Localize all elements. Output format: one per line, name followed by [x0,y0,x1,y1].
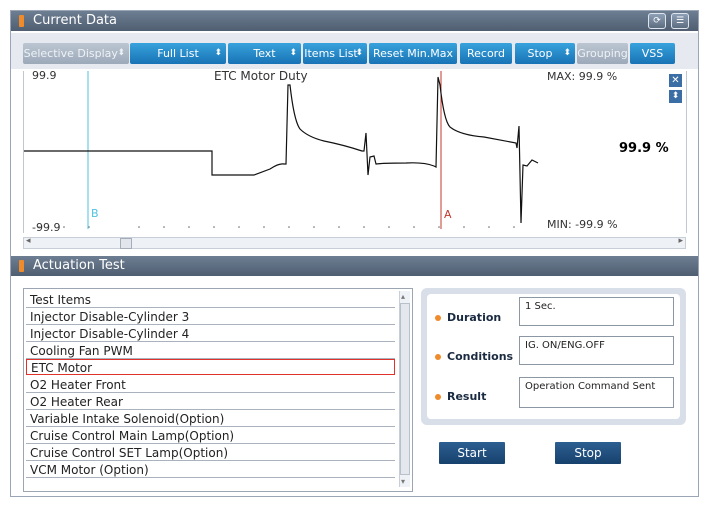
selective-display-button[interactable]: Selective Display ⬍ [23,43,129,64]
orange-marker-icon [19,15,24,27]
signal-trace [24,76,539,224]
etc-motor-duty-graph[interactable]: 99.9 -99.9 ETC Motor Duty B A [23,69,547,234]
bullet-icon [435,354,441,360]
grouping-button[interactable]: Grouping [577,43,628,64]
dropdown-arrow-icon: ⬍ [563,48,571,58]
actuation-test-title: Actuation Test [33,258,125,273]
close-icon[interactable]: ✕ [669,74,682,87]
list-item[interactable]: O2 Heater Front [26,377,395,393]
y-max-label: 99.9 [32,69,57,82]
expand-icon[interactable]: ⬍ [669,90,682,103]
graph-value-panel: MAX: 99.9 % MIN: -99.9 % 99.9 % ✕ ⬍ [545,70,687,233]
list-item[interactable]: Cooling Fan PWM [26,343,395,359]
test-items-list[interactable]: Test Items Injector Disable-Cylinder 3 I… [23,288,413,492]
dropdown-arrow-icon: ⬍ [214,48,222,58]
record-button[interactable]: Record [460,43,512,64]
graph-canvas [24,71,539,229]
stop-button[interactable]: Stop [555,442,621,464]
list-item[interactable]: O2 Heater Rear [26,394,395,410]
duration-label: Duration [435,311,501,324]
result-value: Operation Command Sent [519,377,674,408]
scroll-right-arrow-icon[interactable]: ▸ [678,236,683,246]
list-view-icon[interactable]: ☰ [671,13,689,29]
cursor-b-label[interactable]: B [91,207,99,220]
list-scroll-thumb[interactable] [400,303,410,475]
result-label: Result [435,390,486,403]
list-item[interactable]: Cruise Control SET Lamp(Option) [26,445,395,461]
orange-marker-icon [19,260,24,272]
min-value-label: MIN: -99.9 % [547,218,618,231]
list-item[interactable]: Injector Disable-Cylinder 3 [26,309,395,325]
scroll-down-arrow-icon[interactable]: ▾ [401,477,405,486]
current-data-titlebar: Current Data ⟳ ☰ [11,11,698,31]
text-button[interactable]: Text ⬍ [228,43,301,64]
start-button[interactable]: Start [439,442,505,464]
list-item-selected[interactable]: ETC Motor [26,359,395,375]
toolbar: Selective Display ⬍ Full List ⬍ Text ⬍ I… [11,33,698,69]
actuation-test-titlebar: Actuation Test [11,256,698,276]
graph-horizontal-scrollbar[interactable]: ◂ ▸ [23,236,686,249]
list-item[interactable]: Variable Intake Solenoid(Option) [26,411,395,427]
full-list-button[interactable]: Full List ⬍ [130,43,226,64]
current-value: 99.9 % [619,141,669,156]
items-list-button[interactable]: Items List ⬍ [303,43,367,64]
duration-value: 1 Sec. [519,297,674,326]
test-info-panel: Duration 1 Sec. Conditions IG. ON/ENG.OF… [421,288,686,425]
list-item[interactable]: VCM Motor (Option) [26,462,395,478]
graph-title: ETC Motor Duty [214,69,308,83]
scroll-up-arrow-icon[interactable]: ▴ [401,292,405,301]
dropdown-arrow-icon: ⬍ [289,48,297,58]
dropdown-arrow-icon: ⬍ [117,48,125,58]
dropdown-arrow-icon: ⬍ [355,48,363,58]
conditions-value: IG. ON/ENG.OFF [519,336,674,365]
reset-min-max-button[interactable]: Reset Min.Max [369,43,457,64]
refresh-icon[interactable]: ⟳ [648,13,666,29]
max-value-label: MAX: 99.9 % [547,70,618,83]
bullet-icon [435,315,441,321]
list-vertical-scrollbar[interactable]: ▴ ▾ [399,291,410,487]
current-data-title: Current Data [33,13,117,28]
list-item[interactable]: Cruise Control Main Lamp(Option) [26,428,395,444]
scroll-thumb[interactable] [120,238,132,249]
list-item[interactable]: Injector Disable-Cylinder 4 [26,326,395,342]
stop-dropdown-button[interactable]: Stop ⬍ [515,43,575,64]
scan-tool-window: Current Data ⟳ ☰ Selective Display ⬍ Ful… [10,10,699,497]
scroll-left-arrow-icon[interactable]: ◂ [26,236,31,246]
vss-button[interactable]: VSS [630,43,675,64]
list-header: Test Items [26,292,395,308]
bullet-icon [435,394,441,400]
conditions-label: Conditions [435,350,513,363]
cursor-a-label[interactable]: A [444,208,452,221]
y-min-label: -99.9 [32,221,61,234]
